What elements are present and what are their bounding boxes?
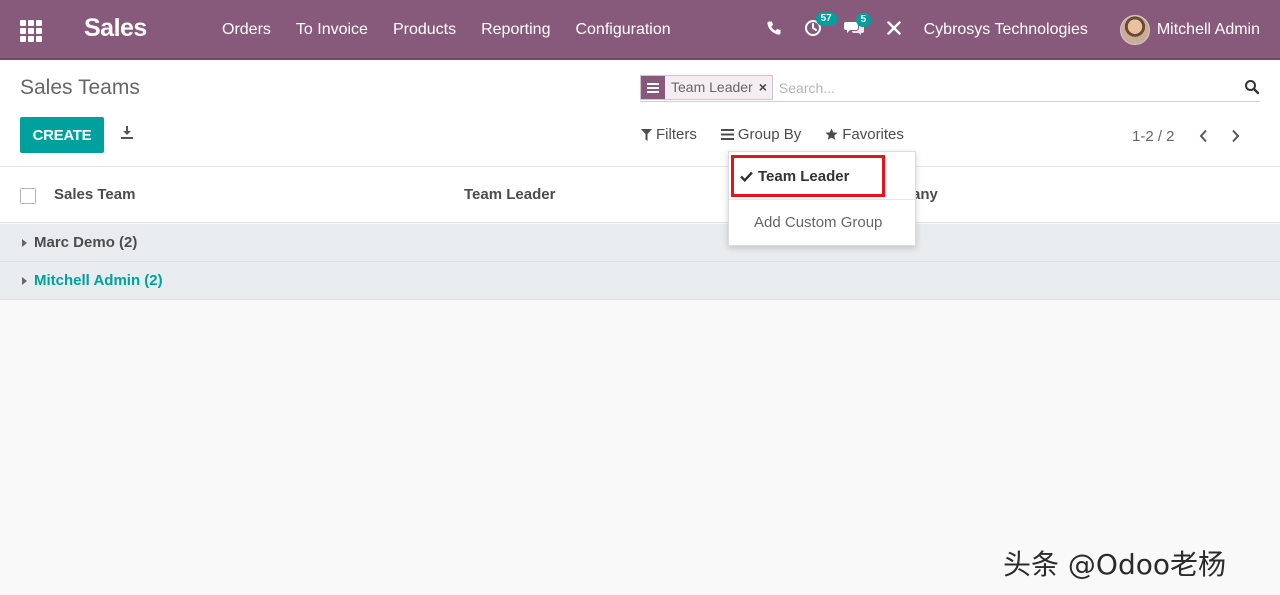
menu-configuration[interactable]: Configuration [575,21,670,39]
list-header: Sales Team Team Leader any [0,167,1280,223]
top-navbar: Sales Orders To Invoice Products Reporti… [0,0,1280,60]
create-button[interactable]: CREATE [20,117,104,153]
group-by-option-team-leader[interactable]: Team Leader [731,155,885,197]
chevron-left-icon[interactable] [1193,126,1215,146]
favorites-label: Favorites [842,126,904,143]
pager: 1-2 / 2 [1132,126,1257,146]
menu-reporting[interactable]: Reporting [481,21,550,39]
column-sales-team[interactable]: Sales Team [54,186,135,203]
systray: 57 5 Cybrosys Technologies Mitchell Admi… [766,0,1280,60]
phone-icon[interactable] [766,20,782,41]
user-menu[interactable]: Mitchell Admin [1119,15,1260,45]
group-by-icon [720,129,734,140]
facet-remove-icon[interactable]: × [759,76,772,99]
divider [729,199,915,200]
column-team-leader[interactable]: Team Leader [464,186,555,203]
search-bar: Team Leader × [640,74,1260,102]
group-label: Marc Demo (2) [34,234,138,251]
select-all-checkbox[interactable] [20,188,36,204]
chevron-right-icon[interactable] [1225,126,1247,146]
debug-tools-icon[interactable] [886,20,902,41]
list-view: Sales Team Team Leader any Marc Demo (2)… [0,166,1280,595]
group-by-facet-icon [641,76,665,99]
add-custom-group[interactable]: Add Custom Group [754,214,882,231]
group-by-label: Group By [737,126,802,143]
menu-to-invoice[interactable]: To Invoice [296,21,368,39]
user-name: Mitchell Admin [1156,21,1260,38]
checkmark-icon [740,171,753,182]
facet-value: Team Leader [671,79,753,95]
caret-right-icon [22,238,27,247]
menu-products[interactable]: Products [393,21,456,39]
watermark: 头条 @Odoo老杨 [1003,548,1226,581]
avatar [1119,15,1150,45]
group-row[interactable]: Marc Demo (2) [0,224,1280,262]
download-icon[interactable] [120,125,134,146]
search-options: Filters Group By Favorites [641,126,928,143]
messages-count-badge: 5 [855,12,872,27]
menu-orders[interactable]: Orders [222,21,271,39]
main-menu: Orders To Invoice Products Reporting Con… [222,0,696,60]
caret-right-icon [22,276,27,285]
messages-icon[interactable]: 5 [843,12,872,41]
group-row[interactable]: Mitchell Admin (2) [0,262,1280,300]
group-by-toggle[interactable]: Group By [720,126,802,143]
star-icon [825,128,838,141]
filters-label: Filters [656,126,697,143]
app-brand[interactable]: Sales [84,14,147,43]
option-label: Team Leader [758,167,850,185]
filters-toggle[interactable]: Filters [641,126,697,143]
apps-menu-icon[interactable] [20,20,42,42]
activity-clock-icon[interactable]: 57 [804,11,837,42]
favorites-toggle[interactable]: Favorites [825,126,904,143]
group-by-dropdown: Team Leader Add Custom Group [728,151,916,246]
group-label: Mitchell Admin (2) [34,272,163,289]
search-input[interactable] [778,79,1260,96]
filter-icon [641,128,652,141]
breadcrumb: Sales Teams [20,76,140,99]
activity-count-badge: 57 [815,11,837,26]
search-facet: Team Leader × [640,75,773,100]
pager-value[interactable]: 1-2 / 2 [1132,128,1175,145]
company-switcher[interactable]: Cybrosys Technologies [924,21,1088,39]
search-icon[interactable] [1244,79,1260,100]
